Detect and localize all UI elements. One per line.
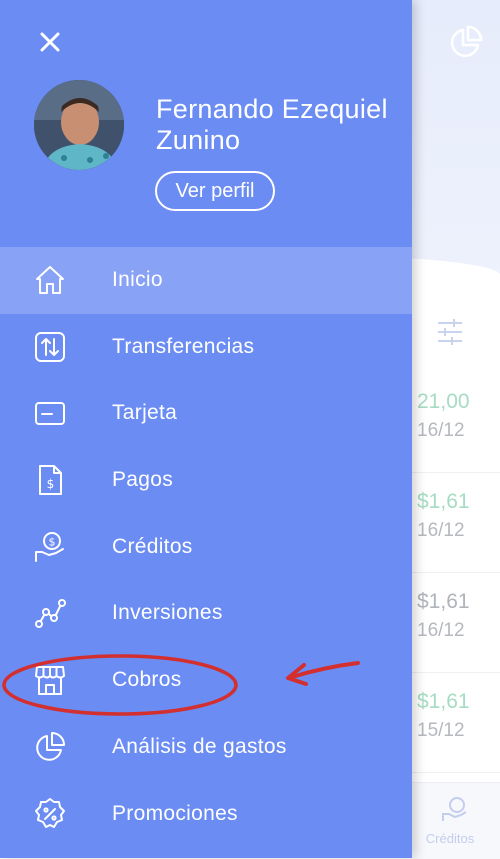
filter-sliders-icon[interactable] [436, 318, 464, 346]
navigation-drawer: Fernando Ezequiel Zunino Ver perfil Inic… [0, 0, 412, 858]
drawer-menu: Inicio Transferencias Tarjeta $ Pagos $ … [0, 247, 412, 847]
card-icon [35, 402, 65, 426]
bottom-nav-creditos[interactable]: Créditos [412, 782, 500, 859]
transaction-date: 16/12 [417, 620, 465, 641]
transaction-amount: $1,61 [417, 490, 470, 513]
transaction-date: 16/12 [417, 520, 465, 541]
investment-chart-icon [35, 599, 66, 629]
transaction-date: 16/12 [417, 420, 465, 441]
transaction-row[interactable]: $1,61 16/12 [412, 472, 500, 573]
menu-item-label: Cobros [112, 668, 182, 692]
menu-item-label: Promociones [112, 801, 238, 825]
avatar[interactable] [34, 80, 124, 170]
menu-item-pagos[interactable]: $ Pagos [0, 447, 412, 514]
menu-item-inversiones[interactable]: Inversiones [0, 580, 412, 647]
bottom-nav-label: Créditos [425, 831, 475, 846]
transaction-row[interactable]: $1,61 16/12 [412, 572, 500, 673]
view-profile-button[interactable]: Ver perfil [155, 171, 275, 211]
credit-hand-icon: $ [35, 531, 64, 562]
menu-item-label: Inversiones [112, 601, 223, 625]
pie-chart-icon[interactable] [448, 24, 484, 60]
menu-item-cobros[interactable]: Cobros [0, 647, 412, 714]
menu-item-tarjeta[interactable]: Tarjeta [0, 380, 412, 447]
menu-item-inicio[interactable]: Inicio [0, 247, 412, 314]
credit-hand-icon [442, 797, 467, 821]
close-icon[interactable] [34, 26, 66, 58]
menu-item-label: Créditos [112, 534, 193, 558]
pie-chart-icon [36, 731, 65, 761]
home-icon [36, 266, 64, 294]
transfer-icon [35, 331, 65, 362]
menu-item-label: Inicio [112, 268, 163, 291]
svg-text:$: $ [47, 477, 55, 491]
bill-icon: $ [39, 465, 62, 496]
menu-item-promociones[interactable]: Promociones [0, 781, 412, 848]
promo-badge-icon [35, 797, 65, 828]
menu-item-creditos[interactable]: $ Créditos [0, 514, 412, 581]
user-name: Fernando Ezequiel Zunino [156, 94, 388, 155]
menu-item-label: Análisis de gastos [112, 734, 287, 758]
store-icon [35, 666, 65, 696]
menu-item-label: Pagos [112, 468, 174, 492]
transaction-amount: $1,61 [417, 690, 470, 713]
transaction-amount: 21,00 [417, 390, 470, 413]
menu-item-label: Transferencias [112, 334, 255, 358]
transaction-amount: $1,61 [417, 590, 470, 613]
menu-item-label: Tarjeta [112, 401, 178, 425]
menu-item-analisis-de-gastos[interactable]: Análisis de gastos [0, 714, 412, 781]
transaction-date: 15/12 [417, 720, 465, 741]
transaction-row[interactable]: 21,00 16/12 [412, 372, 500, 473]
svg-text:$: $ [49, 535, 56, 548]
transaction-row[interactable]: $1,61 15/12 [412, 672, 500, 773]
menu-item-transferencias[interactable]: Transferencias [0, 314, 412, 381]
